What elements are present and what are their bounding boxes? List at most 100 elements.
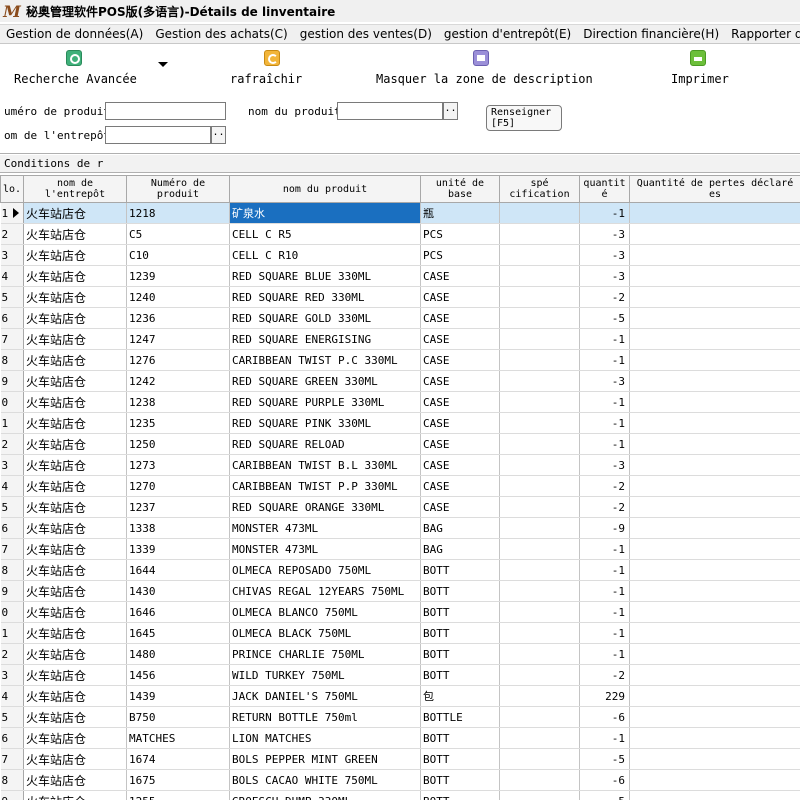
loss-quantity-cell[interactable] xyxy=(629,202,800,224)
product-number-cell[interactable]: 1430 xyxy=(126,580,230,602)
warehouse-cell[interactable]: 火车站店仓 xyxy=(23,580,127,602)
hide-description-button[interactable]: Masquer la zone de description xyxy=(376,48,593,88)
warehouse-cell[interactable]: 火车站店仓 xyxy=(23,349,127,371)
loss-quantity-cell[interactable] xyxy=(629,622,800,644)
loss-quantity-cell[interactable] xyxy=(629,790,800,800)
warehouse-cell[interactable]: 火车站店仓 xyxy=(23,706,127,728)
header-quantity[interactable]: quantit é xyxy=(579,175,630,203)
unit-cell[interactable]: CASE xyxy=(420,454,500,476)
menu-reports[interactable]: Rapporter des sta xyxy=(725,27,800,41)
warehouse-cell[interactable]: 火车站店仓 xyxy=(23,664,127,686)
product-number-cell[interactable]: 1675 xyxy=(126,769,230,791)
table-row[interactable]: 0 火车站店仓 1238 RED SQUARE PURPLE 330ML CASE -1 xyxy=(0,391,800,413)
warehouse-cell[interactable]: 火车站店仓 xyxy=(23,223,127,245)
warehouse-cell[interactable]: 火车站店仓 xyxy=(23,685,127,707)
warehouse-cell[interactable]: 火车站店仓 xyxy=(23,538,127,560)
table-row[interactable]: 9 火车站店仓 1242 RED SQUARE GREEN 330ML CASE -3 xyxy=(0,370,800,392)
product-number-cell[interactable]: 1237 xyxy=(126,496,230,518)
specification-cell[interactable] xyxy=(499,391,580,413)
unit-cell[interactable]: CASE xyxy=(420,370,500,392)
specification-cell[interactable] xyxy=(499,685,580,707)
product-name-cell[interactable]: LION MATCHES xyxy=(229,727,421,749)
unit-cell[interactable]: CASE xyxy=(420,496,500,518)
unit-cell[interactable]: BOTTLE xyxy=(420,706,500,728)
row-number-cell[interactable]: 4 xyxy=(0,265,24,287)
loss-quantity-cell[interactable] xyxy=(629,601,800,623)
quantity-cell[interactable]: -1 xyxy=(579,559,630,581)
product-number-cell[interactable]: 1239 xyxy=(126,265,230,287)
row-number-cell[interactable]: 9 xyxy=(0,580,24,602)
table-row[interactable]: 9火车站店仓1255GROESCH DUMP 330MLBOTT -5 xyxy=(0,790,800,800)
header-base-unit[interactable]: unité de base xyxy=(420,175,500,203)
quantity-cell[interactable]: -3 xyxy=(579,244,630,266)
unit-cell[interactable]: PCS xyxy=(420,244,500,266)
product-number-cell[interactable]: 1255 xyxy=(126,790,230,800)
quantity-cell[interactable]: -1 xyxy=(579,433,630,455)
row-number-cell[interactable]: 2 xyxy=(0,433,24,455)
specification-cell[interactable] xyxy=(499,370,580,392)
product-number-cell[interactable]: 1250 xyxy=(126,433,230,455)
row-number-cell[interactable]: 1 xyxy=(0,412,24,434)
quantity-cell[interactable]: -1 xyxy=(579,328,630,350)
product-name-cell[interactable]: JACK DANIEL'S 750ML xyxy=(229,685,421,707)
quantity-cell[interactable]: -3 xyxy=(579,370,630,392)
warehouse-input[interactable] xyxy=(105,126,211,144)
quantity-cell[interactable]: -1 xyxy=(579,727,630,749)
loss-quantity-cell[interactable] xyxy=(629,685,800,707)
specification-cell[interactable] xyxy=(499,454,580,476)
specification-cell[interactable] xyxy=(499,412,580,434)
loss-quantity-cell[interactable] xyxy=(629,307,800,329)
product-name-cell[interactable]: MONSTER 473ML xyxy=(229,517,421,539)
quantity-cell[interactable]: -1 xyxy=(579,643,630,665)
print-button[interactable]: Imprimer xyxy=(671,48,731,88)
table-row[interactable]: 5 火车站店仓 1237 RED SQUARE ORANGE 330ML CASE -2 xyxy=(0,496,800,518)
quantity-cell[interactable]: -5 xyxy=(579,748,630,770)
row-number-cell[interactable]: 6 xyxy=(0,307,24,329)
loss-quantity-cell[interactable] xyxy=(629,454,800,476)
unit-cell[interactable]: CASE xyxy=(420,328,500,350)
warehouse-cell[interactable]: 火车站店仓 xyxy=(23,496,127,518)
header-product-name[interactable]: nom du produit xyxy=(229,175,421,203)
product-name-cell[interactable]: RED SQUARE ORANGE 330ML xyxy=(229,496,421,518)
loss-quantity-cell[interactable] xyxy=(629,496,800,518)
warehouse-cell[interactable]: 火车站店仓 xyxy=(23,307,127,329)
refresh-button[interactable]: rafraîchir xyxy=(230,48,318,88)
quantity-cell[interactable]: -3 xyxy=(579,223,630,245)
unit-cell[interactable]: CASE xyxy=(420,307,500,329)
row-number-cell[interactable]: 2 xyxy=(0,643,24,665)
product-name-cell[interactable]: RED SQUARE GOLD 330ML xyxy=(229,307,421,329)
unit-cell[interactable]: BOTT xyxy=(420,643,500,665)
loss-quantity-cell[interactable] xyxy=(629,664,800,686)
specification-cell[interactable] xyxy=(499,706,580,728)
product-name-cell[interactable]: GROESCH DUMP 330ML xyxy=(229,790,421,800)
warehouse-cell[interactable]: 火车站店仓 xyxy=(23,286,127,308)
product-number-cell[interactable]: C10 xyxy=(126,244,230,266)
specification-cell[interactable] xyxy=(499,286,580,308)
loss-quantity-cell[interactable] xyxy=(629,559,800,581)
quantity-cell[interactable]: 229 xyxy=(579,685,630,707)
table-row[interactable]: 7 火车站店仓 1339 MONSTER 473ML BAG -1 xyxy=(0,538,800,560)
product-number-cell[interactable]: 1235 xyxy=(126,412,230,434)
unit-cell[interactable]: 瓶 xyxy=(420,202,500,224)
loss-quantity-cell[interactable] xyxy=(629,223,800,245)
warehouse-cell[interactable]: 火车站店仓 xyxy=(23,559,127,581)
unit-cell[interactable]: BOTT xyxy=(420,580,500,602)
product-name-cell[interactable]: RED SQUARE GREEN 330ML xyxy=(229,370,421,392)
row-number-cell[interactable]: 3 xyxy=(0,244,24,266)
unit-cell[interactable]: BOTT xyxy=(420,790,500,800)
product-name-cell[interactable]: OLMECA BLANCO 750ML xyxy=(229,601,421,623)
warehouse-cell[interactable]: 火车站店仓 xyxy=(23,769,127,791)
product-name-cell[interactable]: CARIBBEAN TWIST P.P 330ML xyxy=(229,475,421,497)
product-number-cell[interactable]: 1276 xyxy=(126,349,230,371)
warehouse-cell[interactable]: 火车站店仓 xyxy=(23,475,127,497)
specification-cell[interactable] xyxy=(499,265,580,287)
row-number-cell[interactable]: 1 xyxy=(0,622,24,644)
row-number-cell[interactable]: 8 xyxy=(0,349,24,371)
row-number-cell[interactable]: 6 xyxy=(0,517,24,539)
quantity-cell[interactable]: -2 xyxy=(579,475,630,497)
row-number-cell[interactable]: 7 xyxy=(0,538,24,560)
quantity-cell[interactable]: -5 xyxy=(579,307,630,329)
warehouse-cell[interactable]: 火车站店仓 xyxy=(23,454,127,476)
row-number-cell[interactable]: 5 xyxy=(0,496,24,518)
product-name-cell[interactable]: MONSTER 473ML xyxy=(229,538,421,560)
